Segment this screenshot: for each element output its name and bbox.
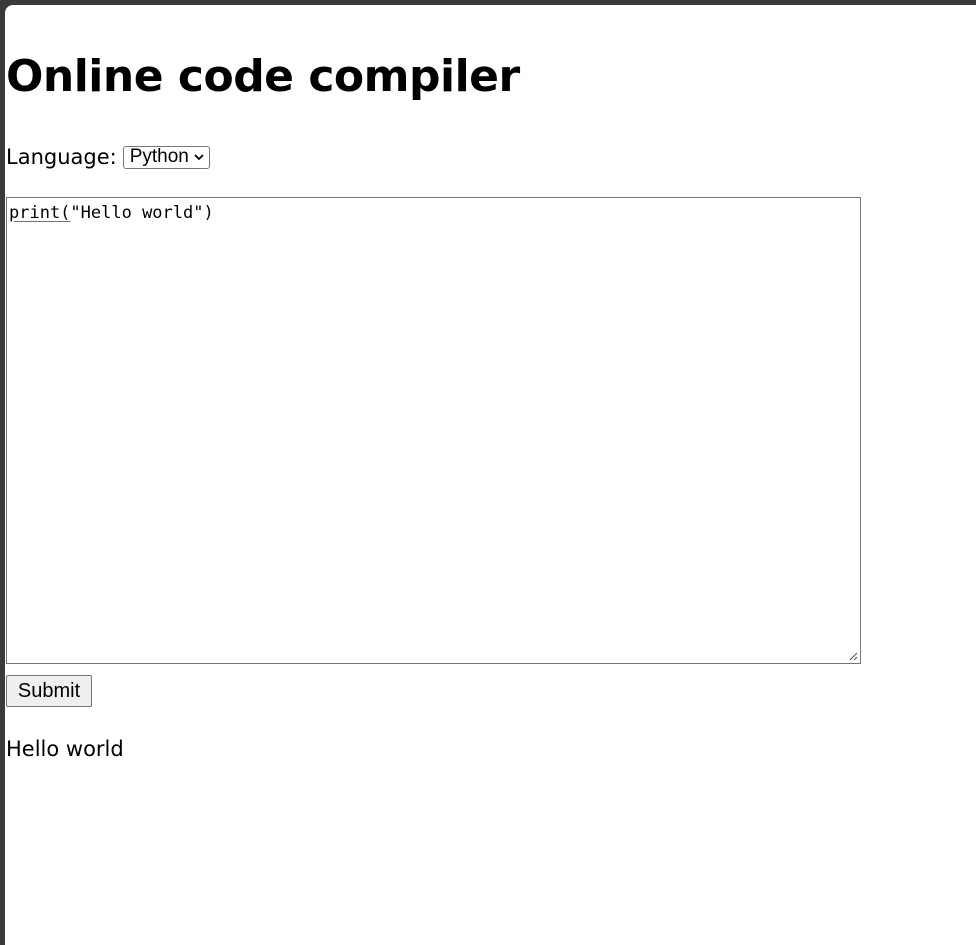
language-select[interactable]: Python: [122, 145, 210, 169]
code-rest: "Hello world"): [70, 203, 214, 223]
browser-page: Online code compiler Language: Python pr…: [5, 5, 976, 945]
submit-button[interactable]: Submit: [6, 675, 92, 707]
code-keyword: print(: [9, 203, 71, 223]
page-content: Online code compiler Language: Python pr…: [6, 5, 976, 945]
language-row: Language: Python: [6, 142, 210, 172]
language-select-value: Python: [129, 146, 189, 167]
page-title: Online code compiler: [6, 51, 520, 102]
code-editor[interactable]: print("Hello world"): [6, 197, 861, 664]
resize-grip-icon[interactable]: [846, 649, 858, 661]
language-label: Language:: [6, 145, 117, 169]
chevron-down-icon: [194, 154, 204, 161]
output-text: Hello world: [6, 737, 124, 761]
